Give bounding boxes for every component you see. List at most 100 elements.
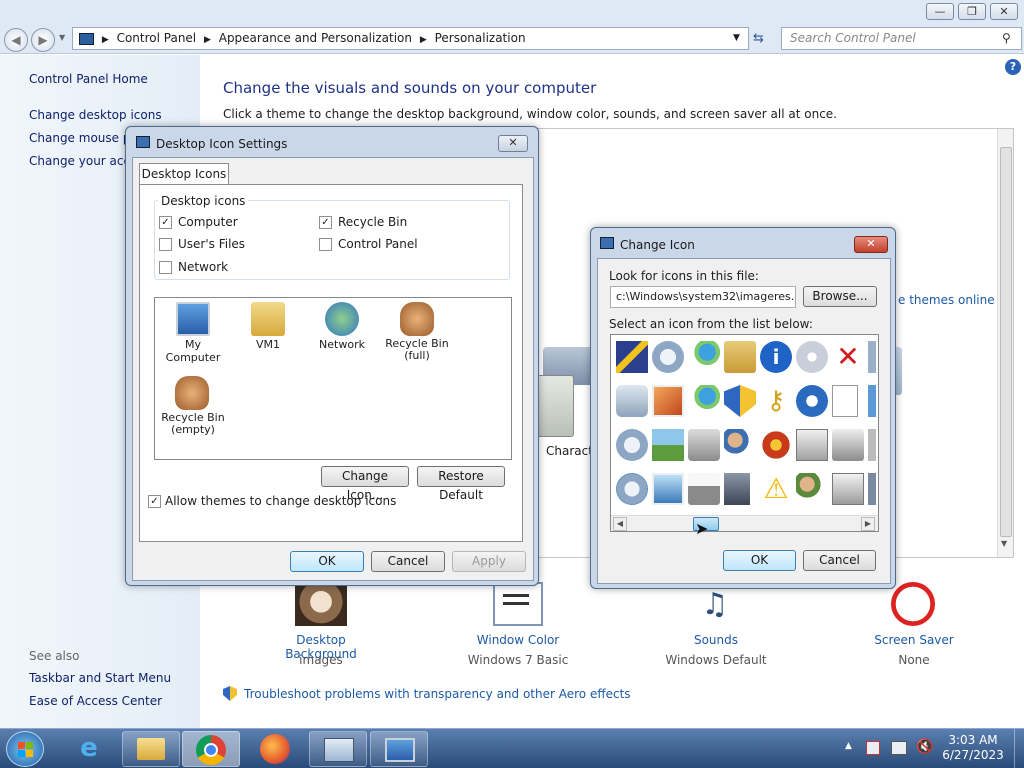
- grid-icon[interactable]: [760, 429, 792, 461]
- ease-of-access-link[interactable]: Ease of Access Center: [29, 694, 162, 708]
- internet-explorer-icon[interactable]: e: [64, 733, 114, 765]
- grid-icon[interactable]: [796, 385, 828, 417]
- drive-icon[interactable]: [832, 429, 864, 461]
- shield-icon[interactable]: [724, 385, 756, 417]
- grid-icon[interactable]: [688, 341, 720, 373]
- window-color-icon[interactable]: [493, 582, 543, 626]
- network-checkbox[interactable]: [159, 261, 172, 274]
- change-mouse-pointers-link[interactable]: Change mouse po: [29, 131, 138, 145]
- taskbar-start-menu-link[interactable]: Taskbar and Start Menu: [29, 671, 171, 685]
- icon-file-input[interactable]: c:\Windows\system32\imageres.dll: [610, 286, 796, 308]
- screen-saver-icon[interactable]: [891, 582, 935, 626]
- cancel-button[interactable]: Cancel: [371, 551, 445, 572]
- scroll-left-icon[interactable]: ◀: [613, 517, 627, 531]
- breadcrumb-control-panel[interactable]: Control Panel: [117, 31, 197, 45]
- address-bar[interactable]: ▶ Control Panel ▶ Appearance and Persona…: [72, 27, 749, 50]
- icon-grid-scrollbar[interactable]: ◀ ▶: [611, 515, 878, 531]
- troubleshoot-link[interactable]: Troubleshoot problems with transparency …: [244, 687, 631, 701]
- restore-default-button[interactable]: Restore Default: [417, 466, 505, 502]
- grid-icon[interactable]: [868, 385, 876, 417]
- allow-themes-checkbox[interactable]: ✓: [148, 495, 161, 508]
- grid-icon[interactable]: [652, 341, 684, 373]
- firefox-icon[interactable]: [250, 732, 300, 766]
- info-icon[interactable]: i: [760, 341, 792, 373]
- chrome-taskbar-button[interactable]: [182, 731, 240, 767]
- grid-icon[interactable]: [724, 341, 756, 373]
- grid-icon[interactable]: [796, 429, 828, 461]
- server-icon[interactable]: [724, 473, 750, 505]
- ok-button[interactable]: OK: [290, 551, 364, 572]
- show-desktop-button[interactable]: [1014, 729, 1024, 768]
- computer-checkbox[interactable]: ✓: [159, 216, 172, 229]
- tab-desktop-icons[interactable]: Desktop Icons: [139, 163, 229, 185]
- document-icon[interactable]: [832, 385, 858, 417]
- dialog-close-button[interactable]: ✕: [498, 135, 528, 152]
- user-folder-icon[interactable]: [251, 302, 285, 336]
- control-panel-checkbox[interactable]: [319, 238, 332, 251]
- icon-grid[interactable]: i ✕ ⚷ ⚠ ◀ ▶: [610, 334, 879, 532]
- ok-button[interactable]: OK: [723, 550, 796, 571]
- warning-icon[interactable]: ⚠: [760, 473, 792, 505]
- key-icon[interactable]: ⚷: [760, 385, 792, 417]
- network-icon[interactable]: [325, 302, 359, 336]
- screen-saver-link[interactable]: Screen Saver: [859, 633, 969, 647]
- desktop-icon-settings-taskbar-button[interactable]: [370, 731, 428, 767]
- close-button[interactable]: ✕: [990, 3, 1018, 20]
- minimize-button[interactable]: —: [926, 3, 954, 20]
- drive-icon[interactable]: [688, 429, 720, 461]
- settings-icon[interactable]: [616, 429, 648, 461]
- change-desktop-icons-link[interactable]: Change desktop icons: [29, 108, 162, 122]
- address-dropdown-icon[interactable]: ▼: [733, 28, 740, 49]
- theme-thumbnail-characters[interactable]: [537, 375, 574, 437]
- icon-list[interactable]: My Computer VM1 Network Recycle Bin (ful…: [154, 297, 512, 460]
- recycle-bin-full-icon[interactable]: [400, 302, 434, 336]
- grid-icon[interactable]: [688, 385, 720, 417]
- control-panel-taskbar-button[interactable]: [309, 731, 367, 767]
- back-button[interactable]: ◀: [4, 28, 28, 52]
- cancel-button[interactable]: Cancel: [803, 550, 876, 571]
- sounds-link[interactable]: Sounds: [661, 633, 771, 647]
- grid-icon[interactable]: [616, 385, 648, 417]
- dvd-icon[interactable]: [796, 341, 828, 373]
- breadcrumb-personalization[interactable]: Personalization: [435, 31, 526, 45]
- my-computer-icon[interactable]: [176, 302, 210, 336]
- network-tray-icon[interactable]: [891, 741, 907, 755]
- forward-button[interactable]: ▶: [31, 28, 55, 52]
- maximize-button[interactable]: ❐: [958, 3, 986, 20]
- theme-list-scrollbar[interactable]: ▼: [997, 129, 1013, 557]
- printer-icon[interactable]: [688, 473, 720, 505]
- users-icon[interactable]: [724, 429, 756, 461]
- browse-button[interactable]: Browse...: [803, 286, 877, 307]
- show-hidden-icons[interactable]: ▲: [845, 741, 852, 751]
- picture-icon[interactable]: [652, 429, 684, 461]
- recent-pages-icon[interactable]: ▼: [59, 33, 65, 42]
- window-color-link[interactable]: Window Color: [463, 633, 573, 647]
- grid-icon[interactable]: [652, 385, 684, 417]
- volume-muted-icon[interactable]: 🔇: [916, 739, 933, 755]
- sounds-icon[interactable]: ♫: [691, 585, 739, 625]
- grid-icon[interactable]: [868, 341, 876, 373]
- change-account-picture-link[interactable]: Change your acco: [29, 154, 137, 168]
- grid-icon[interactable]: [616, 341, 648, 373]
- users-icon[interactable]: [796, 473, 828, 505]
- grid-icon[interactable]: [868, 473, 876, 505]
- recycle-bin-checkbox[interactable]: ✓: [319, 216, 332, 229]
- clock[interactable]: 3:03 AM 6/27/2023: [935, 733, 1011, 763]
- recycle-bin-empty-icon[interactable]: [175, 376, 209, 410]
- grid-icon[interactable]: [652, 473, 684, 505]
- action-center-icon[interactable]: [866, 741, 880, 755]
- control-panel-home-link[interactable]: Control Panel Home: [29, 72, 148, 86]
- delete-icon[interactable]: ✕: [832, 341, 864, 373]
- search-input[interactable]: Search Control Panel ⚲: [781, 27, 1022, 50]
- refresh-icon[interactable]: ⇆: [753, 31, 764, 46]
- help-icon[interactable]: ?: [1005, 59, 1021, 75]
- search-icon[interactable]: ⚲: [1002, 28, 1011, 49]
- scroll-right-icon[interactable]: ▶: [861, 517, 875, 531]
- apply-button[interactable]: Apply: [452, 551, 526, 572]
- breadcrumb-appearance[interactable]: Appearance and Personalization: [219, 31, 412, 45]
- users-files-checkbox[interactable]: [159, 238, 172, 251]
- desktop-background-image[interactable]: [295, 582, 347, 626]
- dialog-close-button[interactable]: ✕: [854, 236, 888, 253]
- start-button[interactable]: [6, 731, 44, 767]
- explorer-taskbar-button[interactable]: [122, 731, 180, 767]
